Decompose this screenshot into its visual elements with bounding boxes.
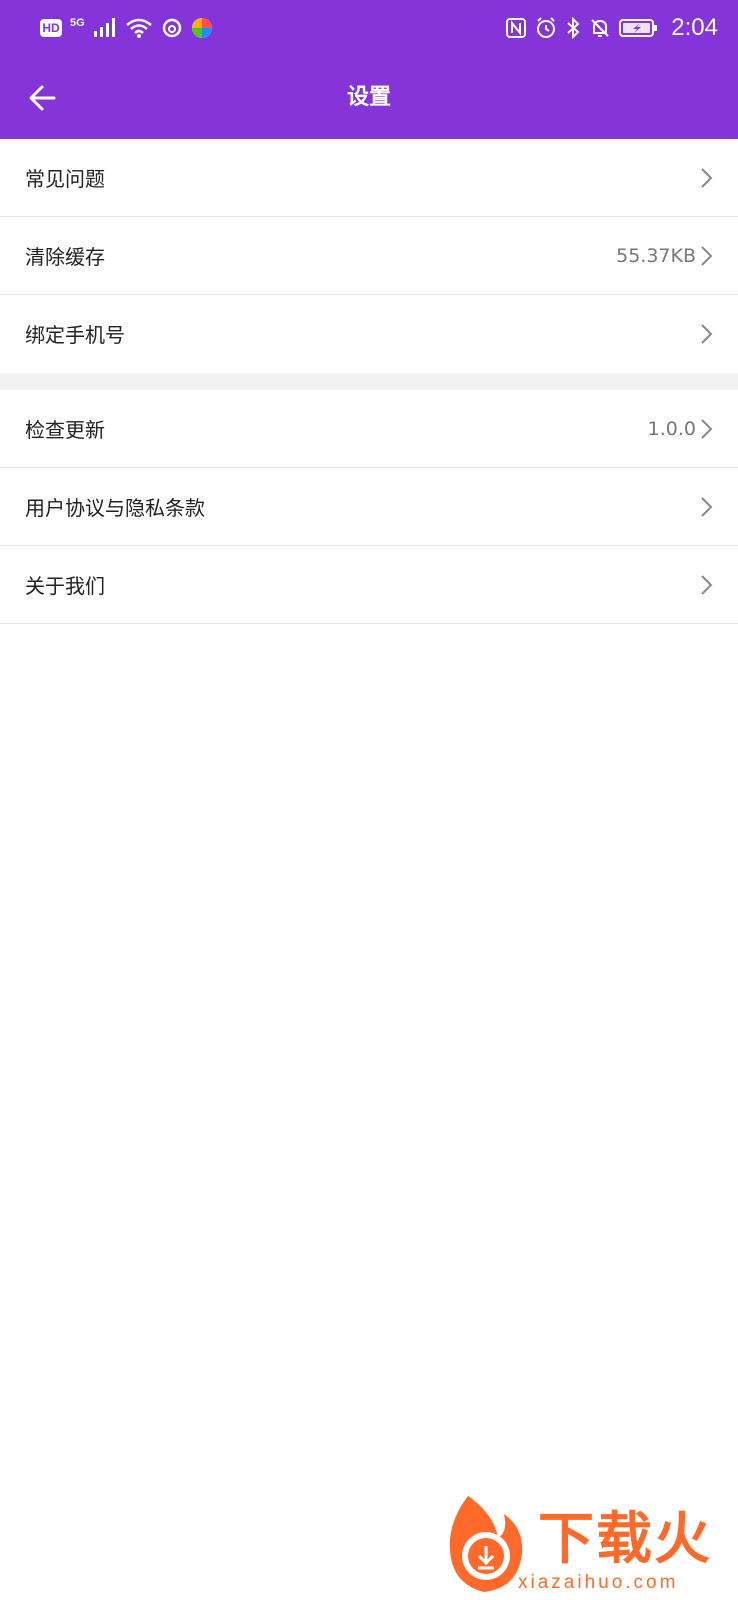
bluetooth-icon	[567, 17, 580, 39]
row-label: 用户协议与隐私条款	[25, 496, 205, 520]
colorful-app-icon	[191, 18, 212, 38]
chevron-right-icon	[701, 323, 713, 344]
top-bar: HD 5G 2:04 设置	[0, 0, 738, 139]
row-label: 常见问题	[25, 167, 105, 191]
mute-bell-icon	[591, 19, 609, 37]
status-bar-right: 2:04	[505, 12, 718, 44]
row-label: 清除缓存	[25, 245, 105, 269]
settings-row-clear-cache[interactable]: 清除缓存 55.37KB	[0, 217, 738, 295]
settings-row-bind-phone[interactable]: 绑定手机号	[0, 295, 738, 372]
hd-badge: HD	[40, 19, 62, 37]
app-header: 设置	[0, 58, 738, 138]
section-divider	[0, 373, 738, 390]
settings-group-2: 检查更新 1.0.0 用户协议与隐私条款 关于我们	[0, 390, 738, 624]
row-label: 绑定手机号	[25, 323, 125, 347]
watermark-url: xiazaihuo.com	[518, 1572, 679, 1593]
row-label: 检查更新	[25, 418, 105, 442]
signal-icon	[93, 18, 115, 37]
settings-screen: HD 5G 2:04 设置 常见问题 清除缓存 55.37KB 绑定手机号 检查…	[0, 0, 738, 1600]
nfc-icon	[506, 18, 527, 38]
network-type-label: 5G	[70, 16, 85, 29]
settings-row-terms-privacy[interactable]: 用户协议与隐私条款	[0, 468, 738, 546]
flame-logo-icon	[449, 1496, 523, 1592]
settings-row-faq[interactable]: 常见问题	[0, 139, 738, 217]
status-time: 2:04	[671, 14, 718, 41]
wifi-icon	[125, 18, 152, 38]
status-bar: HD 5G 2:04	[0, 0, 738, 56]
version-value: 1.0.0	[647, 417, 696, 440]
netease-music-icon	[162, 18, 181, 38]
chevron-right-icon	[701, 496, 713, 517]
chevron-right-icon	[701, 167, 713, 188]
page-title: 设置	[346, 85, 391, 110]
battery-charging-icon	[619, 19, 658, 37]
settings-row-check-update[interactable]: 检查更新 1.0.0	[0, 390, 738, 468]
alarm-icon	[537, 17, 556, 38]
watermark-title: 下载火	[538, 1507, 712, 1572]
cache-size-value: 55.37KB	[616, 244, 696, 267]
site-watermark: 下载火 xiazaihuo.com	[438, 1490, 738, 1600]
status-bar-left: HD 5G	[40, 14, 213, 42]
chevron-right-icon	[701, 418, 713, 439]
chevron-right-icon	[701, 245, 713, 266]
chevron-right-icon	[701, 574, 713, 595]
row-label: 关于我们	[25, 574, 105, 598]
settings-row-about-us[interactable]: 关于我们	[0, 546, 738, 624]
settings-group-1: 常见问题 清除缓存 55.37KB 绑定手机号	[0, 139, 738, 372]
